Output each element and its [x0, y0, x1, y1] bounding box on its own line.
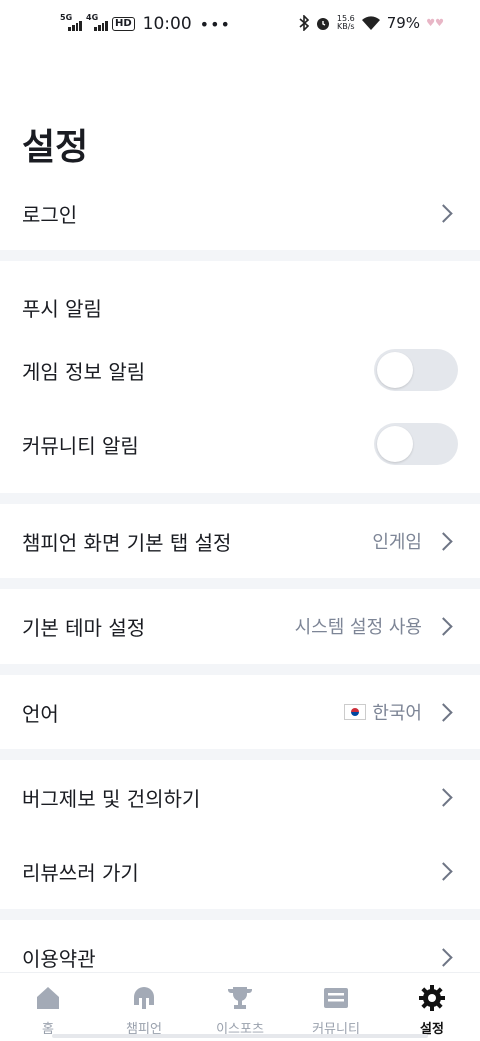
champion-tab-value: 인게임 — [372, 532, 422, 553]
tab-settings[interactable]: 설정 — [384, 983, 480, 1037]
tab-champion[interactable]: 챔피언 — [96, 983, 192, 1037]
game-info-alert-label: 게임 정보 알림 — [22, 359, 146, 384]
community-alert-label: 커뮤니티 알림 — [22, 433, 139, 458]
section-divider — [0, 250, 480, 261]
network-speed: 15.6 KB/s — [336, 14, 355, 31]
champion-tab-row[interactable]: 챔피언 화면 기본 탭 설정 인게임 — [0, 514, 480, 568]
toggle-knob — [377, 352, 413, 388]
tab-home[interactable]: 홈 — [0, 983, 96, 1037]
hd-voice-icon: HD — [112, 17, 135, 31]
champion-tab-label: 챔피언 화면 기본 탭 설정 — [22, 530, 232, 555]
terms-label: 이용약관 — [22, 946, 96, 971]
language-value-wrap: 한국어 — [344, 699, 422, 725]
push-section-header: 푸시 알림 — [22, 296, 102, 321]
more-notifications-icon: ••• — [199, 14, 231, 34]
language-label: 언어 — [22, 701, 59, 726]
gesture-bar — [52, 1034, 428, 1038]
wifi-icon — [361, 16, 380, 30]
tab-esports[interactable]: 이스포츠 — [192, 983, 288, 1037]
section-divider — [0, 664, 480, 675]
review-row[interactable]: 리뷰쓰러 가기 — [0, 844, 480, 898]
review-label: 리뷰쓰러 가기 — [22, 860, 139, 885]
login-label: 로그인 — [22, 202, 78, 227]
battery-level: 79% — [386, 14, 421, 32]
section-divider — [0, 909, 480, 920]
alarm-icon — [316, 18, 329, 30]
chevron-right-icon — [434, 861, 453, 881]
status-left: 5G 4G HD 10:00 ••• — [60, 13, 231, 34]
language-value: 한국어 — [372, 703, 422, 724]
gear-icon — [419, 985, 445, 1011]
community-alert-row: 커뮤니티 알림 — [0, 420, 480, 468]
chevron-right-icon — [434, 616, 453, 636]
chevron-right-icon — [434, 531, 453, 551]
theme-label: 기본 테마 설정 — [22, 615, 146, 640]
section-divider — [0, 578, 480, 589]
community-alert-toggle[interactable] — [374, 423, 458, 465]
trophy-icon — [228, 987, 252, 1009]
section-divider — [0, 749, 480, 760]
language-row[interactable]: 언어 한국어 — [0, 685, 480, 739]
push-header-row: 푸시 알림 — [0, 282, 480, 332]
theme-row[interactable]: 기본 테마 설정 시스템 설정 사용 — [0, 599, 480, 653]
status-right: 15.6 KB/s 79% ♥♥ — [299, 14, 444, 32]
bluetooth-icon — [299, 15, 309, 31]
bug-report-row[interactable]: 버그제보 및 건의하기 — [0, 770, 480, 824]
chevron-right-icon — [434, 947, 453, 967]
tab-community[interactable]: 커뮤니티 — [288, 983, 384, 1037]
theme-value: 시스템 설정 사용 — [294, 617, 422, 638]
toggle-knob — [377, 426, 413, 462]
signal-4g-icon: 4G — [86, 13, 108, 31]
chevron-right-icon — [434, 702, 453, 722]
home-icon — [37, 987, 59, 1009]
page-title: 설정 — [22, 127, 89, 168]
community-icon — [324, 988, 348, 1008]
chevron-right-icon — [434, 787, 453, 807]
korea-flag-icon — [344, 704, 367, 720]
signal-5g-icon: 5G — [60, 13, 82, 31]
status-bar: 5G 4G HD 10:00 ••• 15.6 KB/s 79% ♥♥ — [0, 0, 480, 52]
hearts-icon: ♥♥ — [426, 17, 444, 29]
game-info-alert-toggle[interactable] — [374, 349, 458, 391]
bug-report-label: 버그제보 및 건의하기 — [22, 786, 201, 811]
status-time: 10:00 — [142, 14, 192, 34]
helmet-icon — [134, 987, 154, 1009]
game-info-alert-row: 게임 정보 알림 — [0, 346, 480, 394]
bottom-tab-bar: 홈 챔피언 이스포츠 커뮤니티 설정 — [0, 972, 480, 1041]
login-row[interactable]: 로그인 — [0, 186, 480, 240]
chevron-right-icon — [434, 203, 453, 223]
section-divider — [0, 493, 480, 504]
